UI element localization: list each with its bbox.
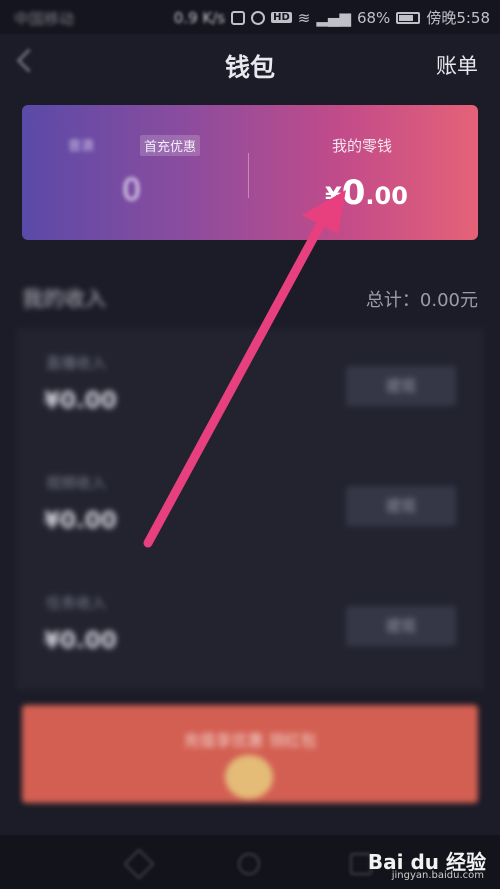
- currency-symbol: ¥: [325, 182, 342, 210]
- nav-bar: 钱包 账单: [0, 34, 500, 98]
- withdraw-button[interactable]: 提现: [346, 366, 456, 406]
- change-value[interactable]: ¥0.00: [325, 173, 408, 213]
- income-row: 视频收入 ¥0.00 提现: [16, 448, 484, 558]
- coins-label: 音浪: [68, 139, 95, 154]
- network-speed: 0.9 K/s: [173, 8, 226, 27]
- status-icons: 0.9 K/s HD ≋ ▂▄▆ 68% 傍晚5:58: [174, 7, 490, 28]
- promo-badge[interactable]: 首充优惠: [140, 135, 201, 156]
- status-bar: 中国移动 0.9 K/s HD ≋ ▂▄▆ 68% 傍晚5:58: [0, 0, 500, 34]
- battery-percent: 68%: [356, 8, 391, 27]
- page-title: 钱包: [224, 53, 275, 82]
- income-heading[interactable]: 我的收入: [22, 283, 106, 313]
- promo-text: 充值享优惠 领红包: [183, 731, 317, 750]
- income-row-label: 视频收入: [46, 474, 107, 492]
- card-divider: [248, 153, 249, 198]
- change-decimal: .00: [365, 182, 408, 210]
- vibrate-icon: [231, 10, 246, 25]
- watermark-url: jingyan.baidu.com: [391, 870, 484, 881]
- income-row-amount: ¥0.00: [44, 628, 117, 654]
- income-row: 任务收入 ¥0.00 提现: [16, 568, 484, 678]
- income-row-amount: ¥0.00: [44, 508, 117, 534]
- bill-button[interactable]: 账单: [436, 50, 478, 80]
- coin-icon: [225, 755, 273, 799]
- income-row-amount: ¥0.00: [44, 388, 117, 414]
- promo-banner[interactable]: 充值享优惠 领红包: [22, 705, 478, 803]
- alarm-icon: [251, 10, 266, 25]
- change-label: 我的零钱: [332, 137, 393, 155]
- withdraw-button[interactable]: 提现: [346, 606, 456, 646]
- nav-back-icon[interactable]: [123, 848, 155, 880]
- wifi-icon: ≋: [297, 8, 311, 27]
- income-total: 总计：0.00元: [365, 290, 478, 311]
- change-integer: 0: [341, 173, 366, 213]
- carrier-name: 中国移动: [14, 10, 75, 28]
- withdraw-button[interactable]: 提现: [346, 486, 456, 526]
- hd-badge: HD: [271, 12, 292, 23]
- balance-card: 音浪 首充优惠 0 我的零钱 ¥0.00: [22, 105, 478, 240]
- clock: 傍晚5:58: [426, 9, 490, 27]
- signal-icon: ▂▄▆: [316, 8, 351, 27]
- income-row-label: 直播收入: [46, 354, 107, 372]
- battery-icon: [396, 11, 421, 24]
- income-row: 直播收入 ¥0.00 提现: [16, 328, 484, 438]
- income-list: 直播收入 ¥0.00 提现 视频收入 ¥0.00 提现 任务收入 ¥0.00 提…: [16, 328, 484, 690]
- nav-home-icon[interactable]: [238, 853, 260, 875]
- coins-value[interactable]: 0: [122, 173, 141, 208]
- income-row-label: 任务收入: [46, 594, 107, 612]
